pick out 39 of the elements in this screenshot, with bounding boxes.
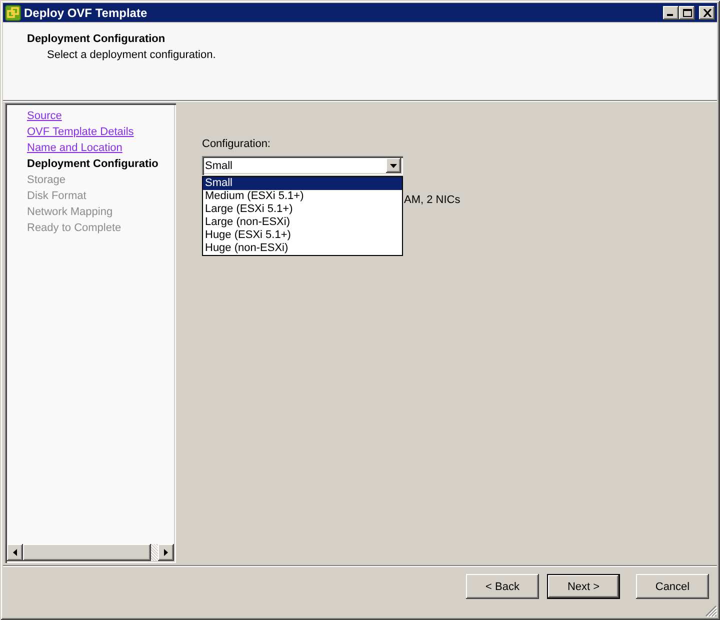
pending-step: Disk Format — [27, 188, 86, 204]
page-heading: Deployment Configuration — [27, 32, 166, 46]
step-link[interactable]: Name and Location — [27, 140, 122, 156]
wizard-button[interactable]: Next > — [547, 574, 620, 599]
dropdown-option[interactable]: Huge (ESXi 5.1+) — [203, 229, 402, 242]
configuration-description: AM, 2 NICs — [404, 193, 460, 207]
step-link[interactable]: OVF Template Details — [27, 124, 134, 140]
left-triangle-icon — [13, 549, 17, 556]
close-icon — [702, 8, 712, 16]
current-step[interactable]: Deployment Configuratio — [27, 156, 158, 172]
dropdown-option[interactable]: Huge (non-ESXi) — [203, 242, 402, 255]
scroll-left-button[interactable] — [7, 544, 23, 561]
wizard-button[interactable]: < Back — [466, 574, 539, 599]
scrollbar-thumb[interactable] — [23, 544, 151, 561]
horizontal-scrollbar[interactable] — [7, 544, 174, 561]
maximize-icon — [682, 8, 692, 16]
maximize-button[interactable] — [679, 6, 695, 20]
dropdown-arrow-button[interactable] — [386, 158, 401, 173]
dropdown-option[interactable]: Large (ESXi 5.1+) — [203, 203, 402, 216]
pending-step: Network Mapping — [27, 204, 113, 220]
scroll-right-button[interactable] — [158, 544, 174, 561]
dropdown-option[interactable]: Large (non-ESXi) — [203, 216, 402, 229]
minimize-button[interactable] — [663, 6, 679, 20]
configuration-dropdown[interactable]: Small — [202, 156, 403, 175]
minimize-icon — [667, 14, 673, 16]
window-title: Deploy OVF Template — [24, 6, 148, 20]
pending-step: Storage — [27, 172, 66, 188]
dropdown-option[interactable]: Medium (ESXi 5.1+) — [203, 190, 402, 203]
wizard-button[interactable]: Cancel — [636, 574, 709, 599]
resize-grip-icon[interactable] — [705, 605, 717, 617]
step-link[interactable]: Source — [27, 108, 62, 124]
right-triangle-icon — [164, 549, 168, 556]
dropdown-option[interactable]: Small — [203, 177, 402, 190]
configuration-label: Configuration: — [202, 137, 270, 151]
interlocked-squares-icon — [5, 4, 21, 20]
pending-step: Ready to Complete — [27, 220, 122, 236]
page-subtitle: Select a deployment configuration. — [47, 48, 216, 62]
close-button[interactable] — [699, 6, 715, 20]
down-triangle-icon — [390, 164, 397, 168]
